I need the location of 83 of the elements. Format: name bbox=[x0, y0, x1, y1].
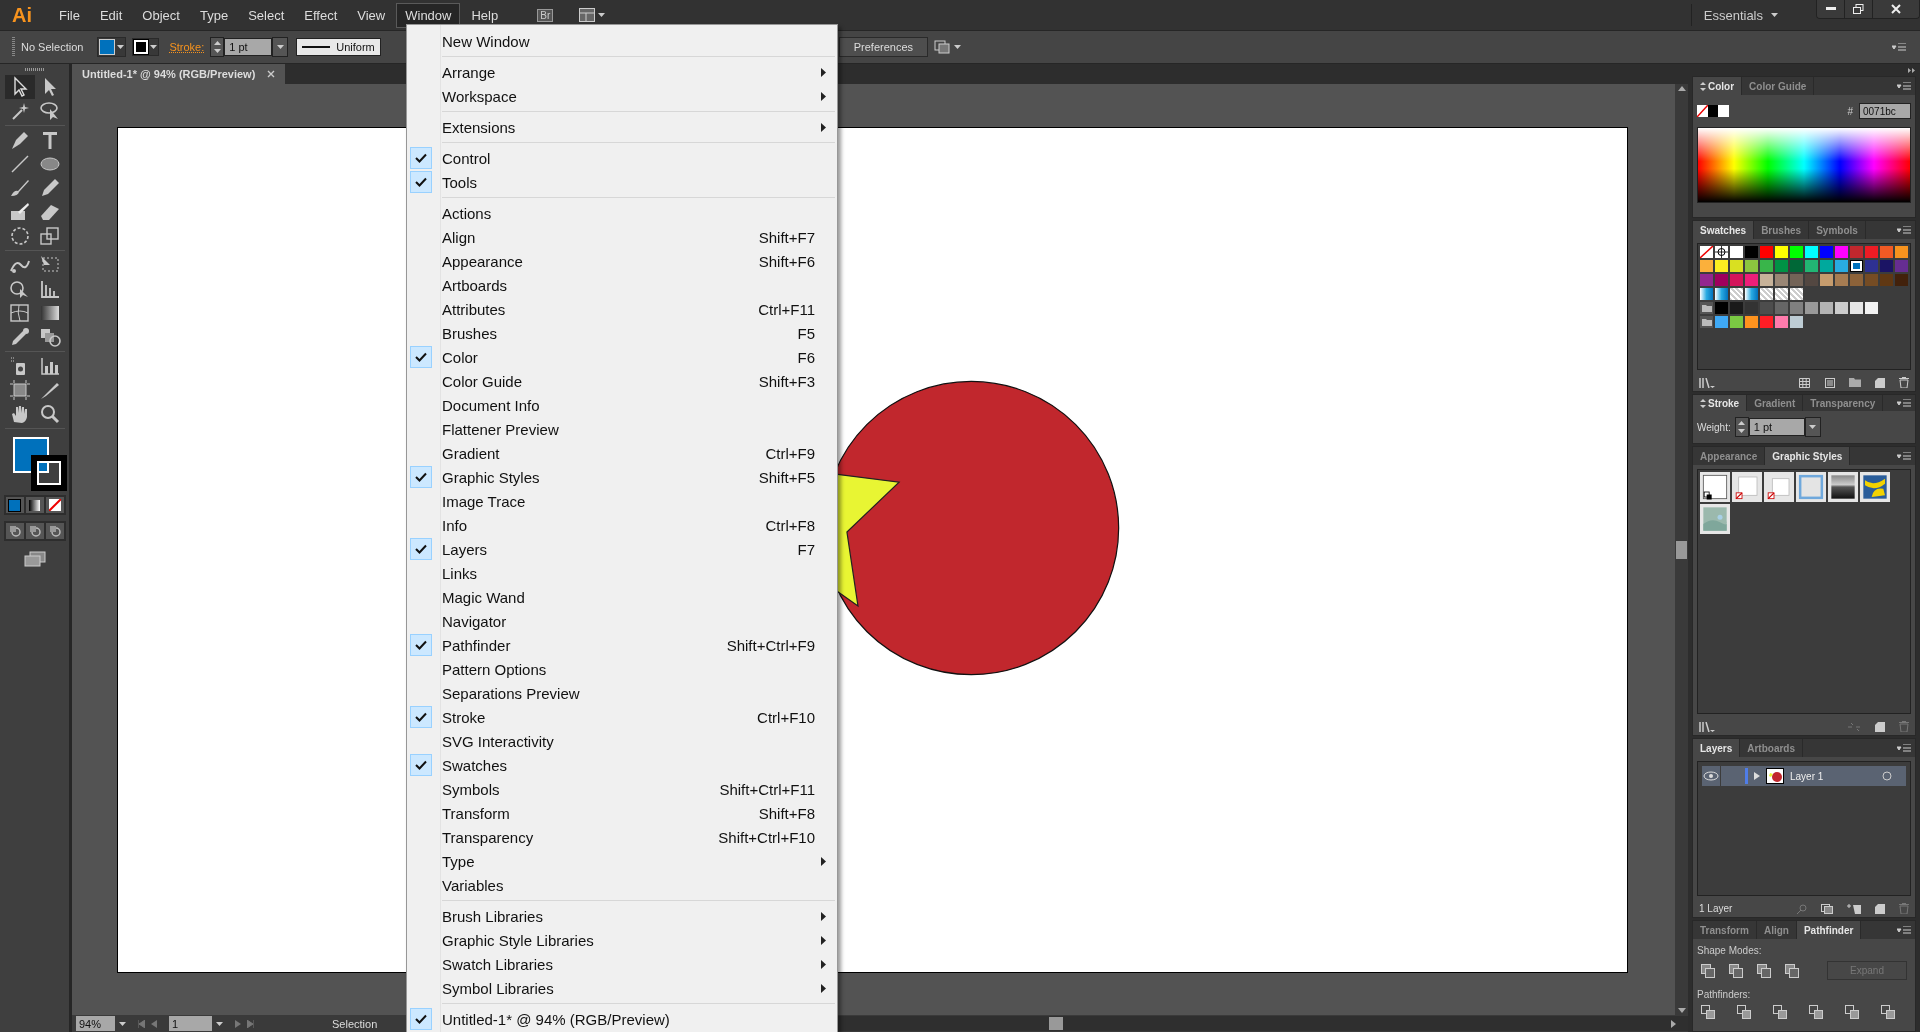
menu-item[interactable]: Swatches bbox=[407, 753, 837, 777]
menu-item[interactable]: Extensions bbox=[407, 115, 837, 139]
weight-field[interactable]: 1 pt bbox=[1748, 418, 1805, 436]
menu-item[interactable]: Workspace bbox=[407, 84, 837, 108]
menu-item[interactable]: Info Ctrl+F8 bbox=[407, 513, 837, 537]
menu-item[interactable]: Arrange bbox=[407, 60, 837, 84]
panel-tab[interactable]: Color bbox=[1693, 77, 1743, 95]
stroke-link[interactable]: Stroke: bbox=[169, 41, 205, 53]
zoom-field[interactable]: 94% bbox=[76, 1016, 115, 1031]
menu-item[interactable]: Effect bbox=[295, 2, 347, 28]
menu-item[interactable]: Artboards bbox=[407, 273, 837, 297]
menu-item[interactable]: Object bbox=[133, 2, 189, 28]
menu-item[interactable]: Transparency Shift+Ctrl+F10 bbox=[407, 825, 837, 849]
menu-item[interactable]: Type bbox=[190, 2, 238, 28]
menu-item[interactable]: Document Info bbox=[407, 393, 837, 417]
preferences-button[interactable]: Preferences bbox=[838, 37, 929, 57]
current-tool-label: Selection bbox=[332, 1017, 378, 1030]
menu-item[interactable]: Brush Libraries bbox=[407, 904, 837, 928]
menu-item[interactable]: Layers F7 bbox=[407, 537, 837, 561]
layer-name: Layer 1 bbox=[1790, 770, 1825, 782]
panel-tab[interactable]: Graphic Styles bbox=[1765, 447, 1851, 465]
menu-item[interactable]: New Window bbox=[407, 29, 837, 53]
layer-row[interactable]: Layer 1 bbox=[1702, 766, 1906, 786]
panel-tab[interactable]: Transparency bbox=[1803, 395, 1884, 411]
menu-item[interactable]: SVG Interactivity bbox=[407, 729, 837, 753]
panel-tab[interactable]: Stroke bbox=[1693, 395, 1748, 411]
panel-tab[interactable]: Align bbox=[1756, 921, 1797, 939]
menu-item[interactable]: Graphic Style Libraries bbox=[407, 928, 837, 952]
menu-item[interactable]: View bbox=[348, 2, 395, 28]
menu-item[interactable]: Align Shift+F7 bbox=[407, 225, 837, 249]
panel-tab[interactable]: Symbols bbox=[1809, 221, 1866, 239]
panel-tab[interactable]: Layers bbox=[1693, 739, 1741, 757]
menu-item[interactable]: Appearance Shift+F6 bbox=[407, 249, 837, 273]
app-logo: Ai bbox=[11, 3, 33, 27]
pathfinders-label: Pathfinders: bbox=[1696, 988, 1752, 1002]
menu-item[interactable]: Pattern Options bbox=[407, 657, 837, 681]
menu-item[interactable]: Edit bbox=[90, 2, 132, 28]
menu-item[interactable]: Untitled-1* @ 94% (RGB/Preview) bbox=[407, 1007, 837, 1031]
panel-tab[interactable]: Transform bbox=[1693, 921, 1757, 939]
menu-item[interactable]: Attributes Ctrl+F11 bbox=[407, 297, 837, 321]
menu-item[interactable]: Magic Wand bbox=[407, 585, 837, 609]
menu-item[interactable]: Type bbox=[407, 849, 837, 873]
menu-item[interactable]: Separations Preview bbox=[407, 681, 837, 705]
selection-status: No Selection bbox=[21, 41, 84, 53]
panel-tab[interactable]: Pathfinder bbox=[1796, 921, 1862, 939]
menu-item[interactable]: Image Trace bbox=[407, 489, 837, 513]
stroke-profile-dropdown[interactable]: Uniform bbox=[296, 38, 381, 56]
artboard-field[interactable]: 1 bbox=[169, 1016, 212, 1031]
workspace-switcher[interactable]: Essentials bbox=[1690, 4, 1790, 26]
menu-item[interactable]: Tools bbox=[407, 170, 837, 194]
panel-tab[interactable]: Gradient bbox=[1747, 395, 1804, 411]
menu-item[interactable]: Gradient Ctrl+F9 bbox=[407, 441, 837, 465]
menu-item[interactable]: Pathfinder Shift+Ctrl+F9 bbox=[407, 633, 837, 657]
menu-item[interactable]: Symbol Libraries bbox=[407, 976, 837, 1000]
menu-item[interactable]: File bbox=[50, 2, 89, 28]
menu-item[interactable]: Control bbox=[407, 146, 837, 170]
menu-item[interactable]: Brushes F5 bbox=[407, 321, 837, 345]
menu-item[interactable]: Help bbox=[462, 2, 508, 28]
panel-tab[interactable]: Artboards bbox=[1740, 739, 1804, 757]
menu-item[interactable]: Swatch Libraries bbox=[407, 952, 837, 976]
menu-item[interactable]: Flattener Preview bbox=[407, 417, 837, 441]
menu-item[interactable]: Stroke Ctrl+F10 bbox=[407, 705, 837, 729]
panel-tab[interactable]: Brushes bbox=[1754, 221, 1810, 239]
menu-item[interactable]: Color Guide Shift+F3 bbox=[407, 369, 837, 393]
stroke-weight-field[interactable]: 1 pt bbox=[224, 38, 273, 56]
menu-item[interactable]: Variables bbox=[407, 873, 837, 897]
document-tab[interactable]: Untitled-1* @ 94% (RGB/Preview) bbox=[72, 64, 286, 84]
menu-item[interactable]: Symbols Shift+Ctrl+F11 bbox=[407, 777, 837, 801]
bridge-button[interactable]: Br bbox=[537, 8, 554, 22]
panel-tab[interactable]: Swatches bbox=[1693, 221, 1755, 239]
menu-item[interactable]: Links bbox=[407, 561, 837, 585]
layer-count: 1 Layer bbox=[1699, 903, 1733, 914]
menu-item[interactable]: Graphic Styles Shift+F5 bbox=[407, 465, 837, 489]
menu-item[interactable]: Color F6 bbox=[407, 345, 837, 369]
shape-modes-label: Shape Modes: bbox=[1696, 944, 1763, 958]
hex-label: # bbox=[1847, 105, 1853, 117]
menu-item[interactable]: Actions bbox=[407, 201, 837, 225]
hex-field[interactable]: 0071bc bbox=[1859, 103, 1911, 119]
weight-label: Weight: bbox=[1697, 421, 1731, 433]
panel-tab[interactable]: Color Guide bbox=[1742, 77, 1815, 95]
menu-item[interactable]: Select bbox=[239, 2, 294, 28]
menu-item[interactable]: Navigator bbox=[407, 609, 837, 633]
menu-item[interactable]: Transform Shift+F8 bbox=[407, 801, 837, 825]
